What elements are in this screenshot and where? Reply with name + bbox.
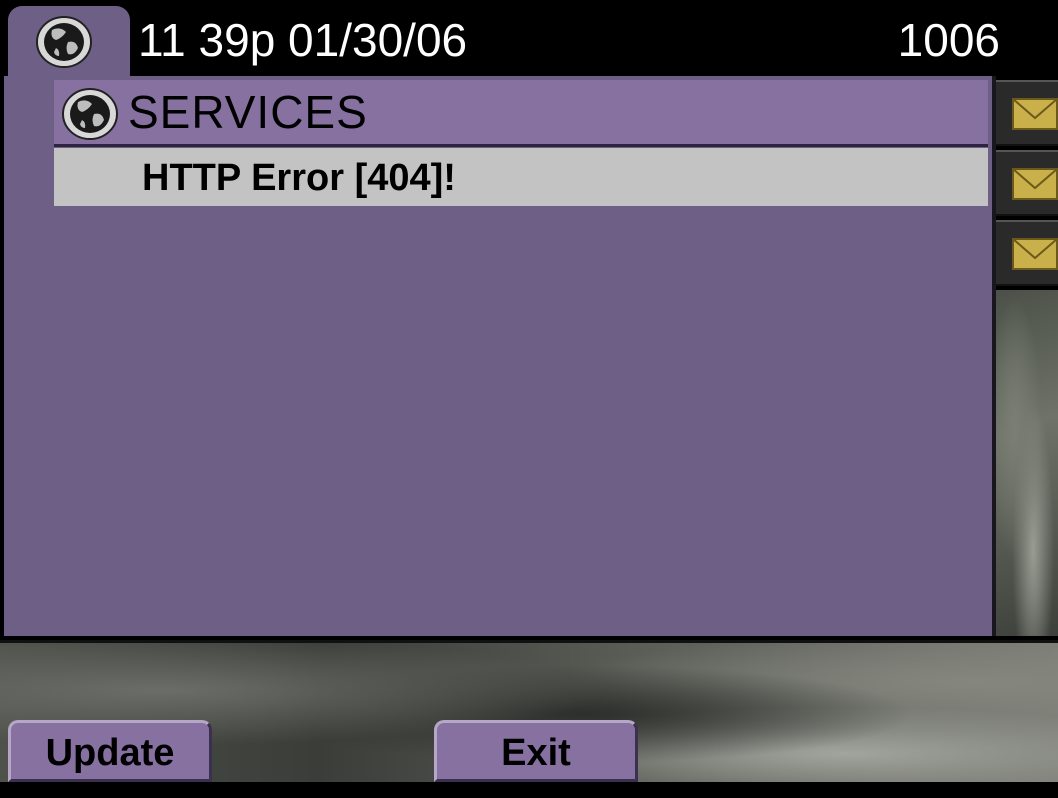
background-wallpaper-strip [996, 290, 1058, 636]
services-header: SERVICES [54, 80, 988, 147]
exit-button[interactable]: Exit [434, 720, 638, 782]
phone-screen: 11 39p 01/30/06 1006 SERVICES HTTP Error… [0, 0, 1058, 798]
list-item-selected[interactable]: HTTP Error [404]! [54, 148, 988, 206]
envelope-icon [1012, 168, 1058, 200]
line-button-1[interactable] [996, 80, 1058, 146]
status-tab [8, 6, 130, 82]
status-time-date: 11 39p 01/30/06 [138, 14, 468, 66]
error-message: HTTP Error [404]! [142, 157, 456, 199]
status-bar: 11 39p 01/30/06 1006 [0, 0, 1058, 82]
line-button-3[interactable] [996, 220, 1058, 286]
envelope-icon [1012, 238, 1058, 270]
line-button-2[interactable] [996, 150, 1058, 216]
globe-icon [36, 16, 92, 68]
status-extension: 1006 [897, 14, 1000, 66]
services-panel: SERVICES HTTP Error [404]! [4, 76, 996, 636]
screen-bottom-border [0, 782, 1058, 798]
envelope-icon [1012, 98, 1058, 130]
update-button[interactable]: Update [8, 720, 212, 782]
services-title: SERVICES [128, 86, 368, 138]
globe-icon [62, 88, 118, 140]
